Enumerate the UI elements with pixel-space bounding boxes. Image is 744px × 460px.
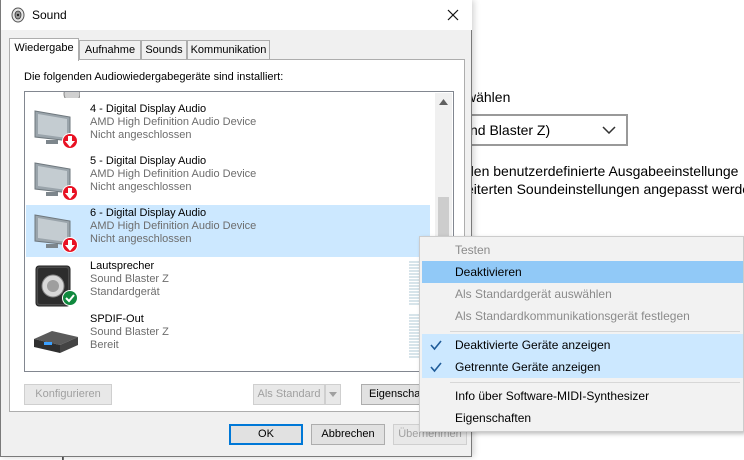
bg-heading: wählen (466, 89, 511, 105)
device-driver: AMD High Definition Audio Device (90, 220, 257, 232)
list-item-device[interactable]: 4 - Digital Display Audio AMD High Defin… (26, 101, 430, 153)
cancel-button[interactable]: Abbrechen (311, 424, 385, 445)
menu-separator (450, 331, 740, 332)
output-device-value: nd Blaster Z) (470, 122, 551, 138)
menu-item-properties[interactable]: Eigenschaften (422, 407, 743, 429)
device-driver: Sound Blaster Z (90, 273, 169, 285)
device-driver: AMD High Definition Audio Device (90, 168, 257, 180)
device-list[interactable]: 4 - Digital Display Audio AMD High Defin… (24, 91, 454, 372)
tab-kommunikation[interactable]: Kommunikation (187, 40, 270, 59)
speaker-icon (63, 92, 80, 98)
playback-panel: Die folgenden Audiowiedergabegeräte sind… (9, 59, 465, 412)
device-name: SPDIF-Out (90, 313, 144, 325)
chevron-down-icon (329, 392, 337, 397)
device-status: Standardgerät (90, 286, 160, 298)
chevron-down-icon (602, 126, 616, 134)
menu-separator (450, 382, 740, 383)
scroll-up-arrow-icon[interactable] (439, 99, 448, 105)
monitor-icon (34, 214, 78, 253)
menu-item-disable[interactable]: Deaktivieren (422, 261, 743, 283)
device-driver: AMD High Definition Audio Device (90, 116, 257, 128)
menu-item-show-disconnected[interactable]: Getrennte Geräte anzeigen (422, 356, 743, 378)
sound-dialog: Sound Wiedergabe Aufnahme Sounds Kommuni… (0, 0, 472, 457)
monitor-icon (34, 110, 78, 149)
configure-button[interactable]: Konfigurieren (24, 384, 112, 405)
device-driver: Sound Blaster Z (90, 326, 169, 338)
title-bar[interactable]: Sound (1, 0, 472, 30)
device-status: Bereit (90, 339, 119, 351)
tab-wiedergabe[interactable]: Wiedergabe (9, 38, 79, 61)
set-default-dropdown[interactable] (325, 384, 341, 405)
menu-item-test[interactable]: Testen (422, 239, 743, 261)
checkmark-icon (430, 362, 442, 373)
menu-item-midi-info[interactable]: Info über Software-MIDI-Synthesizer (422, 385, 743, 407)
device-name: 5 - Digital Display Audio (90, 155, 207, 167)
tab-sounds[interactable]: Sounds (141, 40, 187, 59)
speaker-icon (35, 265, 78, 307)
close-icon[interactable] (442, 4, 464, 26)
bg-description-line2: eiterten Soundeinstellungen angepasst we… (466, 181, 744, 197)
menu-item-show-disabled[interactable]: Deaktivierte Geräte anzeigen (422, 334, 743, 356)
window-title: Sound (32, 8, 67, 22)
list-item-partial (26, 92, 430, 100)
menu-item-set-default-comm[interactable]: Als Standardkommunikationsgerät festlege… (422, 305, 743, 327)
device-status: Nicht angeschlossen (90, 181, 192, 193)
ok-button[interactable]: OK (229, 424, 303, 445)
speaker-icon (11, 7, 25, 23)
context-menu: Testen Deaktivieren Als Standardgerät au… (419, 236, 744, 432)
list-item-device-selected[interactable]: 6 - Digital Display Audio AMD High Defin… (26, 205, 430, 257)
checkmark-icon (430, 340, 442, 351)
device-name: Lautsprecher (90, 260, 155, 272)
device-name: 4 - Digital Display Audio (90, 103, 207, 115)
spdif-device-icon (34, 331, 78, 353)
panel-heading: Die folgenden Audiowiedergabegeräte sind… (24, 71, 284, 83)
bg-description-line1: den benutzerdefinierte Ausgabeeinstellun… (466, 163, 739, 179)
device-status: Nicht angeschlossen (90, 129, 192, 141)
list-item-device[interactable]: SPDIF-Out Sound Blaster Z Bereit (26, 311, 430, 363)
set-default-button[interactable]: Als Standard (253, 384, 325, 405)
list-item-device[interactable]: Lautsprecher Sound Blaster Z Standardger… (26, 258, 430, 310)
device-name: 6 - Digital Display Audio (90, 207, 207, 219)
monitor-icon (34, 162, 78, 201)
menu-item-set-default[interactable]: Als Standardgerät auswählen (422, 283, 743, 305)
tab-aufnahme[interactable]: Aufnahme (79, 40, 141, 59)
device-status: Nicht angeschlossen (90, 233, 192, 245)
list-item-device[interactable]: 5 - Digital Display Audio AMD High Defin… (26, 153, 430, 205)
